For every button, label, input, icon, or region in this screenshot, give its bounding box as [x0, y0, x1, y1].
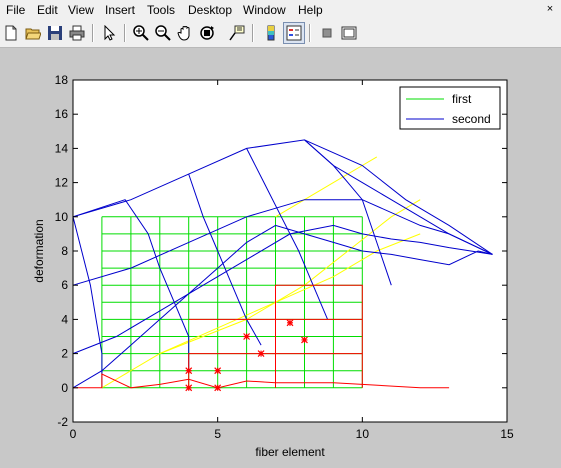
y-tick-label: -2 — [57, 415, 68, 429]
x-tick-label: 0 — [70, 427, 77, 441]
menu-file[interactable]: File — [6, 3, 25, 17]
series-red-marker — [301, 336, 308, 344]
show-plot-tools-icon[interactable] — [338, 22, 360, 44]
data-cursor-icon[interactable] — [226, 22, 248, 44]
legend-label: second — [452, 112, 491, 126]
series-red-marker — [214, 384, 222, 392]
menu-bar: File Edit View Insert Tools Desktop Wind… — [0, 0, 561, 19]
legend-label: first — [452, 92, 472, 106]
y-tick-label: 12 — [55, 176, 69, 190]
menu-help[interactable]: Help — [298, 3, 323, 17]
y-tick-label: 18 — [55, 73, 69, 87]
x-tick-label: 10 — [356, 427, 370, 441]
y-tick-label: 14 — [55, 141, 69, 155]
y-tick-label: 10 — [55, 210, 69, 224]
series-red-marker — [257, 350, 265, 358]
menu-window[interactable]: Window — [243, 3, 286, 17]
hide-plot-tools-icon[interactable] — [316, 22, 338, 44]
y-tick-label: 8 — [61, 244, 68, 258]
figure-toolbar — [0, 19, 561, 48]
y-tick-label: 16 — [55, 107, 69, 121]
print-icon[interactable] — [66, 22, 88, 44]
y-axis-label: deformation — [32, 219, 46, 282]
menu-tools[interactable]: Tools — [147, 3, 175, 17]
rotate-3d-icon[interactable] — [196, 22, 218, 44]
series-red-marker — [243, 333, 251, 340]
menu-view[interactable]: View — [68, 3, 94, 17]
insert-legend-icon[interactable] — [283, 22, 305, 44]
toolbar-separator — [92, 24, 94, 42]
close-icon[interactable]: × — [543, 2, 557, 16]
open-file-icon[interactable] — [22, 22, 44, 44]
x-tick-label: 5 — [214, 427, 221, 441]
y-tick-label: 0 — [61, 381, 68, 395]
y-tick-label: 4 — [61, 312, 68, 326]
series-red-marker — [214, 367, 222, 375]
series-red-marker — [286, 319, 294, 327]
menu-desktop[interactable]: Desktop — [188, 3, 232, 17]
y-tick-label: 2 — [61, 347, 68, 361]
save-icon[interactable] — [44, 22, 66, 44]
menu-insert[interactable]: Insert — [105, 3, 135, 17]
zoom-in-icon[interactable] — [130, 22, 152, 44]
x-axis-label: fiber element — [255, 445, 325, 459]
new-figure-icon[interactable] — [0, 22, 22, 44]
series-red-marker — [185, 384, 193, 392]
zoom-out-icon[interactable] — [152, 22, 174, 44]
toolbar-separator — [252, 24, 254, 42]
series-red-marker — [185, 367, 193, 375]
y-tick-label: 6 — [61, 278, 68, 292]
x-tick-label: 15 — [500, 427, 514, 441]
chart-svg[interactable]: 0 5 10 15-2024681012141618fiber elementdefo… — [0, 48, 561, 468]
edit-plot-arrow-icon[interactable] — [98, 22, 120, 44]
toolbar-separator — [124, 24, 126, 42]
toolbar-separator — [309, 24, 311, 42]
insert-colorbar-icon[interactable] — [260, 22, 282, 44]
menu-edit[interactable]: Edit — [37, 3, 58, 17]
pan-hand-icon[interactable] — [174, 22, 196, 44]
figure-canvas: 0 5 10 15 -2 0 2 4 6 8 10 12 14 16 18 fiber element defo… — [0, 48, 561, 468]
